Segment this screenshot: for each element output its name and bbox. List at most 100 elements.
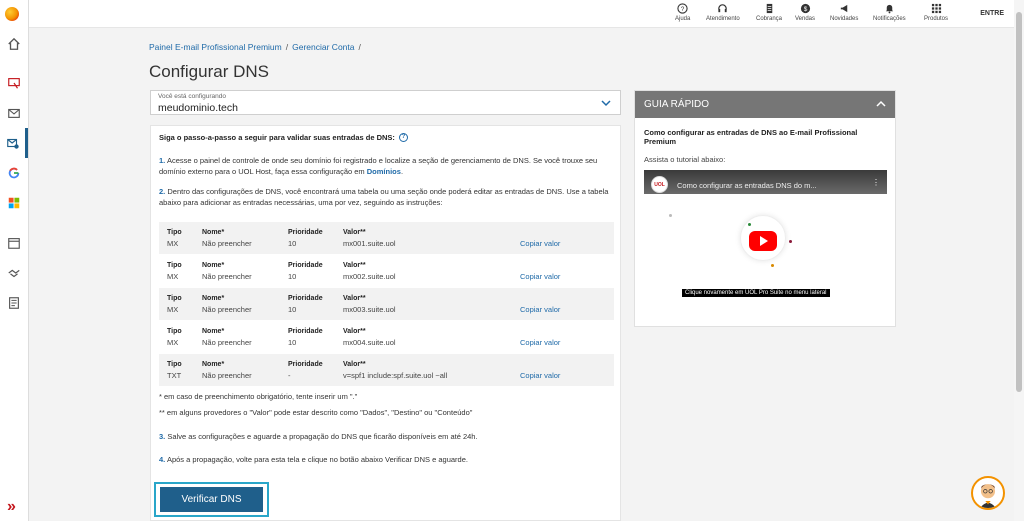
header-valor: Valor** <box>343 229 366 236</box>
mail-settings-icon[interactable] <box>0 128 28 158</box>
quick-guide-panel: GUIA RÁPIDO Como configurar as entradas … <box>634 90 896 327</box>
domain-select-value: meudominio.tech <box>158 102 238 114</box>
chevron-up-icon[interactable] <box>876 99 886 109</box>
dollar-icon: $ <box>800 3 810 14</box>
help-icon: ? <box>677 3 688 14</box>
quick-guide-title: GUIA RÁPIDO <box>644 99 710 110</box>
copy-value-link[interactable]: Copiar valor <box>520 338 560 347</box>
guide-heading: Como configurar as entradas de DNS ao E-… <box>644 128 858 146</box>
products-button[interactable]: Produtos <box>924 3 948 22</box>
dns-record-row: Tipo Nome* Prioridade Valor** TXT Não pr… <box>159 354 614 386</box>
record-tipo: MX <box>167 338 179 347</box>
page-scrollbar[interactable] <box>1014 0 1024 521</box>
svg-text:?: ? <box>681 6 685 13</box>
more-options-icon[interactable]: ⋮ <box>872 178 880 187</box>
dns-record-row: Tipo Nome* Prioridade Valor** MX Não pre… <box>159 321 614 353</box>
mail-icon[interactable] <box>0 98 28 128</box>
header-nome: Nome* <box>202 229 225 236</box>
uol-logo-icon[interactable] <box>5 7 19 21</box>
record-tipo: MX <box>167 239 179 248</box>
dns-record-row: Tipo Nome* Prioridade Valor** MX Não pre… <box>159 255 614 287</box>
step-number: 1. <box>159 156 166 165</box>
record-valor: mx003.suite.uol <box>343 305 396 314</box>
verify-dns-button[interactable]: Verificar DNS <box>160 487 263 512</box>
quick-guide-header[interactable]: GUIA RÁPIDO <box>635 91 895 118</box>
news-button[interactable]: Novidades <box>830 3 858 22</box>
step-number: 3. <box>159 432 166 441</box>
domain-select[interactable]: Você está configurando meudominio.tech <box>150 90 621 115</box>
microsoft-icon[interactable] <box>0 188 28 218</box>
sales-label: Vendas <box>795 16 816 22</box>
header-valor: Valor** <box>343 361 366 368</box>
scroll-thumb[interactable] <box>1016 12 1022 392</box>
cursor-icon[interactable] <box>0 68 28 98</box>
handshake-icon[interactable] <box>0 258 28 288</box>
document-list-icon[interactable] <box>0 288 28 318</box>
help-button[interactable]: ? Ajuda <box>675 3 690 22</box>
record-prioridade: 10 <box>288 305 297 314</box>
step-3: 3. Salve as configurações e aguarde a pr… <box>159 432 614 443</box>
channel-avatar[interactable]: UOL <box>651 176 668 193</box>
decor-dot <box>771 264 774 267</box>
header-prioridade: Prioridade <box>288 361 323 368</box>
header-tipo: Tipo <box>167 295 182 302</box>
home-icon[interactable] <box>0 29 28 59</box>
video-title[interactable]: Como configurar as entradas DNS do m... <box>677 181 817 190</box>
headset-icon <box>718 4 728 13</box>
breadcrumb-separator: / <box>358 42 361 52</box>
header-tipo: Tipo <box>167 229 182 236</box>
video-caption: Clique novamente em UOL Pro Suite no men… <box>682 289 830 297</box>
expand-sidebar-icon[interactable]: » <box>7 498 16 516</box>
copy-value-link[interactable]: Copiar valor <box>520 272 560 281</box>
step-end: . <box>400 166 404 176</box>
news-label: Novidades <box>830 16 859 22</box>
step-number: 2. <box>159 187 166 196</box>
calendar-icon[interactable] <box>0 228 28 258</box>
step-2: 2. Dentro das configurações de DNS, você… <box>159 187 614 208</box>
decor-dot <box>789 240 792 243</box>
domains-link[interactable]: Domínios <box>367 167 401 176</box>
copy-value-link[interactable]: Copiar valor <box>520 305 560 314</box>
help-circle-icon[interactable]: ? <box>398 133 408 142</box>
dns-record-row: Tipo Nome* Prioridade Valor** MX Não pre… <box>159 288 614 320</box>
sales-button[interactable]: $ Vendas <box>795 3 815 22</box>
tutorial-video[interactable]: UOL Como configurar as entradas DNS do m… <box>644 170 887 307</box>
billing-label: Cobrança <box>756 16 783 22</box>
record-tipo: MX <box>167 305 179 314</box>
step-text: Salve as configurações e aguarde a propa… <box>167 432 478 441</box>
play-icon[interactable] <box>749 231 777 251</box>
header-nome: Nome* <box>202 295 225 302</box>
support-button[interactable]: Atendimento <box>706 3 740 22</box>
record-tipo: MX <box>167 272 179 281</box>
header-nome: Nome* <box>202 328 225 335</box>
step-1: 1. Acesse o painel de controle de onde s… <box>159 156 614 177</box>
grid-icon <box>931 3 941 14</box>
bell-icon <box>885 4 894 14</box>
login-button[interactable]: ENTRE <box>980 10 1004 17</box>
chat-assistant-avatar[interactable] <box>971 476 1005 510</box>
header-prioridade: Prioridade <box>288 229 323 236</box>
breadcrumb-panel-link[interactable]: Painel E-mail Profissional Premium <box>149 42 282 52</box>
support-label: Atendimento <box>706 16 740 22</box>
header-nome: Nome* <box>202 361 225 368</box>
sidebar: » <box>0 0 29 521</box>
copy-value-link[interactable]: Copiar valor <box>520 239 560 248</box>
breadcrumb: Painel E-mail Profissional Premium / Geren… <box>149 42 365 52</box>
page-title: Configurar DNS <box>149 62 269 81</box>
intro-text: Siga o passo-a-passo a seguir para valid… <box>159 133 408 142</box>
record-nome: Não preencher <box>202 305 252 314</box>
breadcrumb-account-link[interactable]: Gerenciar Conta <box>292 42 354 52</box>
header-prioridade: Prioridade <box>288 295 323 302</box>
step-text: Após a propagação, volte para esta tela … <box>166 455 468 464</box>
copy-value-link[interactable]: Copiar valor <box>520 371 560 380</box>
header-prioridade: Prioridade <box>288 328 323 335</box>
record-nome: Não preencher <box>202 371 252 380</box>
google-icon[interactable] <box>0 158 28 188</box>
record-prioridade: 10 <box>288 239 297 248</box>
notifications-button[interactable]: Notificações <box>873 3 906 22</box>
domain-select-label: Você está configurando <box>158 93 226 100</box>
header-valor: Valor** <box>343 328 366 335</box>
step-text: Dentro das configurações de DNS, você en… <box>159 187 609 207</box>
billing-button[interactable]: Cobrança <box>756 3 782 22</box>
record-prioridade: - <box>288 371 291 380</box>
